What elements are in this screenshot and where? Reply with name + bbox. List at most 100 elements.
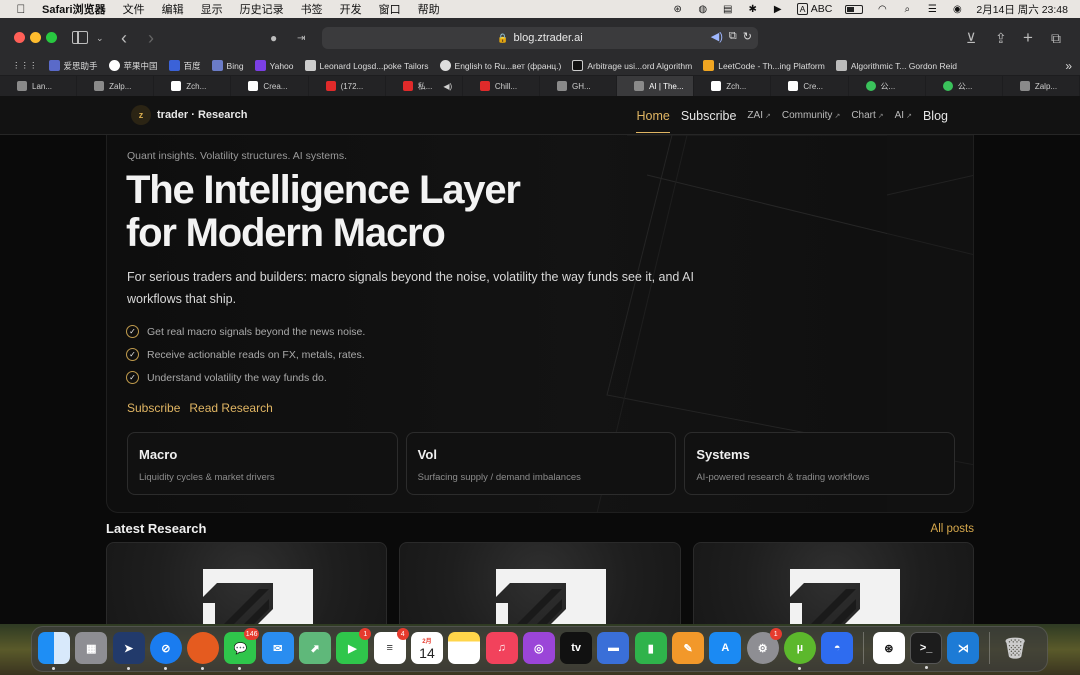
tab-overview-icon[interactable]: ⧉ (1051, 28, 1061, 48)
wifi-icon[interactable]: ◠ (876, 3, 888, 15)
trash-icon[interactable]: 🗑 (999, 632, 1031, 664)
favorite-bing[interactable]: Bing (211, 60, 244, 71)
favorite-leetcode[interactable]: LeetCode - Th...ing Platform (703, 60, 825, 71)
apple-menu-icon[interactable]:  (14, 2, 28, 16)
favorites-grid-icon[interactable]: ⋮⋮⋮ (12, 60, 38, 71)
keynote-icon[interactable]: ▬ (597, 632, 630, 664)
topic-card-vol[interactable]: Vol Surfacing supply / demand imbalances (405, 432, 677, 495)
favorite-translate[interactable]: English to Ru...вет (франц.) (439, 60, 561, 71)
menu-history[interactable]: 历史记录 (240, 1, 284, 17)
spotlight-search-icon[interactable]: ⌕ (901, 3, 913, 15)
nav-zai[interactable]: ZAI ↗ (747, 110, 770, 121)
music-icon[interactable]: ♫ (485, 632, 518, 664)
menu-develop[interactable]: 开发 (340, 1, 362, 17)
github-extension-icon[interactable]: ● (270, 28, 277, 48)
vscode-icon[interactable]: ⋊ (947, 632, 980, 664)
tab[interactable]: Cre... (771, 76, 849, 96)
all-posts-link[interactable]: All posts (931, 523, 974, 535)
share-icon[interactable]: ⇪ (995, 28, 1007, 48)
tab[interactable]: GH... (539, 76, 618, 96)
firefox-icon[interactable] (187, 632, 220, 670)
clipboard-status-icon[interactable]: ▤ (722, 3, 734, 15)
nav-subscribe[interactable]: Subscribe (681, 109, 737, 123)
site-logo[interactable]: z trader · Research (131, 105, 248, 125)
mail-icon[interactable]: ✉ (261, 632, 294, 664)
siri-icon[interactable]: ◉ (951, 3, 963, 15)
tab[interactable]: (172... (308, 76, 386, 96)
subscribe-link[interactable]: Subscribe (127, 401, 180, 415)
facetime-icon[interactable]: ▶ 1 (336, 628, 372, 664)
tab[interactable]: Zalp... (1002, 76, 1080, 96)
tab[interactable]: Zch... (694, 76, 772, 96)
nav-ai[interactable]: AI ↗ (895, 110, 912, 121)
pages-icon[interactable]: ✎ (672, 632, 705, 664)
input-source-indicator[interactable]: A ABC (796, 3, 832, 15)
messages-icon[interactable]: 💬 146 (224, 628, 260, 670)
sidebar-toggle-icon[interactable] (72, 31, 88, 44)
favorites-overflow-icon[interactable]: » (1065, 59, 1072, 73)
favorite-arbitrage[interactable]: Arbitrage usi...ord Algorithm (572, 60, 692, 71)
bluetooth-icon[interactable]: ✱ (747, 3, 759, 15)
favorite-algorithmic[interactable]: Algorithmic T... Gordon Reid (835, 60, 957, 71)
tab[interactable]: Crea... (231, 76, 309, 96)
tab-active[interactable]: AI | The... (617, 76, 695, 96)
tab[interactable]: 私... ◀) (385, 76, 463, 96)
post-card[interactable] (106, 542, 388, 624)
calendar-icon[interactable]: 2月 14 (410, 632, 443, 664)
app-status-icon[interactable]: ◍ (697, 3, 709, 15)
audio-icon[interactable]: ◀) (711, 30, 723, 43)
apple-tv-icon[interactable]: tv (560, 632, 593, 664)
safari-icon[interactable]: ⊘ (149, 632, 182, 670)
post-card[interactable] (399, 542, 681, 624)
podcasts-icon[interactable]: ◎ (522, 632, 555, 664)
address-bar[interactable]: 🔒 blog.ztrader.ai ◀) ⧉ ↻ (322, 27, 758, 49)
menu-window[interactable]: 窗口 (379, 1, 401, 17)
tab[interactable]: Zch... (154, 76, 232, 96)
tab[interactable]: Zalp... (77, 76, 155, 96)
menu-help[interactable]: 帮助 (418, 1, 440, 17)
new-tab-icon[interactable]: + (1023, 28, 1033, 48)
menu-app-name[interactable]: Safari浏览器 (42, 1, 106, 17)
nav-community[interactable]: Community ↗ (782, 110, 840, 121)
favorite-aisi[interactable]: 爱思助手 (48, 60, 98, 72)
notes-icon[interactable] (448, 632, 481, 664)
numbers-icon[interactable]: ▮ (634, 632, 667, 664)
telegram-icon[interactable]: ➤ (112, 632, 145, 670)
favorite-apple-china[interactable]: 苹果中国 (108, 60, 158, 72)
reload-icon[interactable]: ↻ (743, 30, 752, 43)
nav-chart[interactable]: Chart ↗ (851, 110, 883, 121)
post-card[interactable] (692, 542, 974, 624)
tab[interactable]: Lan... (0, 76, 78, 96)
favorite-tailors[interactable]: Leonard Logsd...poke Tailors (304, 60, 429, 71)
menu-file[interactable]: 文件 (123, 1, 145, 17)
favorite-baidu[interactable]: 百度 (168, 60, 201, 72)
extension-icon[interactable]: ⇥ (297, 28, 305, 48)
read-research-link[interactable]: Read Research (189, 401, 272, 415)
tab[interactable]: 公... (925, 76, 1003, 96)
window-close-button[interactable] (14, 32, 25, 43)
tab-audio-icon[interactable]: ◀) (443, 82, 452, 91)
downloads-icon[interactable]: ⊻ (966, 28, 976, 48)
terminal-icon[interactable]: >_ (910, 632, 943, 669)
tab[interactable]: 公... (848, 76, 926, 96)
chatgpt-icon[interactable]: ⊛ (872, 632, 905, 664)
tab[interactable]: Chill... (462, 76, 540, 96)
window-minimize-button[interactable] (30, 32, 41, 43)
menu-view[interactable]: 显示 (201, 1, 223, 17)
topic-card-macro[interactable]: Macro Liquidity cycles & market drivers (127, 432, 398, 495)
translate-icon[interactable]: ⧉ (729, 30, 737, 43)
forward-button[interactable]: › (148, 28, 154, 48)
menu-bookmarks[interactable]: 书签 (301, 1, 323, 17)
utorrent-icon[interactable]: µ (783, 632, 816, 670)
topic-card-systems[interactable]: Systems AI-powered research & trading wo… (684, 432, 956, 495)
control-center-icon[interactable]: ☰ (926, 3, 938, 15)
menu-edit[interactable]: 编辑 (162, 1, 184, 17)
system-settings-icon[interactable]: ⚙ 1 (746, 628, 782, 664)
openai-status-icon[interactable]: ⊛ (672, 3, 684, 15)
chevron-down-icon[interactable]: ⌄ (96, 28, 104, 48)
battery-icon[interactable] (845, 4, 864, 14)
reminders-icon[interactable]: ≡ 4 (373, 628, 409, 664)
finder-icon[interactable] (38, 632, 70, 670)
window-zoom-button[interactable] (46, 32, 57, 43)
app-store-icon[interactable]: A (709, 632, 742, 664)
